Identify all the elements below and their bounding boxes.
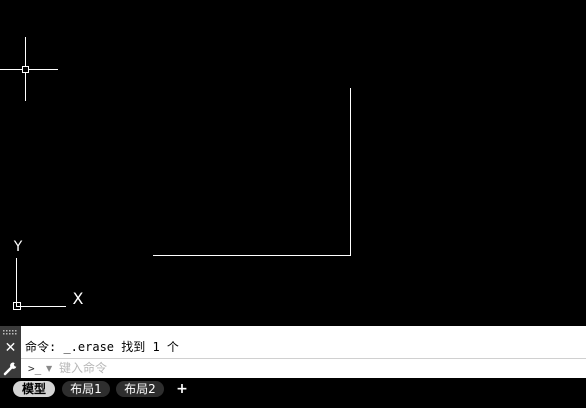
command-input[interactable] xyxy=(59,360,559,376)
tab-layout2[interactable]: 布局2 xyxy=(116,381,164,397)
command-line-panel: ✕ 命令: _.erase 找到 1 个 >_ ▼ xyxy=(0,326,586,378)
grip-icon[interactable] xyxy=(2,329,19,336)
pickbox xyxy=(22,66,29,73)
drawing-canvas[interactable]: Y X xyxy=(0,0,586,326)
ucs-y-label: Y xyxy=(13,239,23,255)
wrench-icon[interactable] xyxy=(2,360,19,377)
tab-model[interactable]: 模型 xyxy=(13,381,55,397)
command-history-line: 命令: _.erase 找到 1 个 xyxy=(25,340,179,354)
close-icon[interactable]: ✕ xyxy=(2,340,19,357)
add-layout-button[interactable]: + xyxy=(174,381,190,397)
cad-window: Y X ✕ 命令: _.erase 找到 1 个 >_ ▼ 键入命令 模型 布局… xyxy=(0,0,586,408)
layout-tab-bar: 模型 布局1 布局2 + xyxy=(0,378,586,408)
canvas-background xyxy=(0,0,586,326)
ucs-x-label: X xyxy=(73,289,84,308)
command-line-side-strip: ✕ xyxy=(0,326,21,378)
tab-layout1[interactable]: 布局1 xyxy=(62,381,110,397)
command-input-row: >_ ▼ xyxy=(21,358,586,378)
prompt-icon[interactable]: >_ xyxy=(28,360,41,377)
chevron-down-icon[interactable]: ▼ xyxy=(46,360,52,377)
